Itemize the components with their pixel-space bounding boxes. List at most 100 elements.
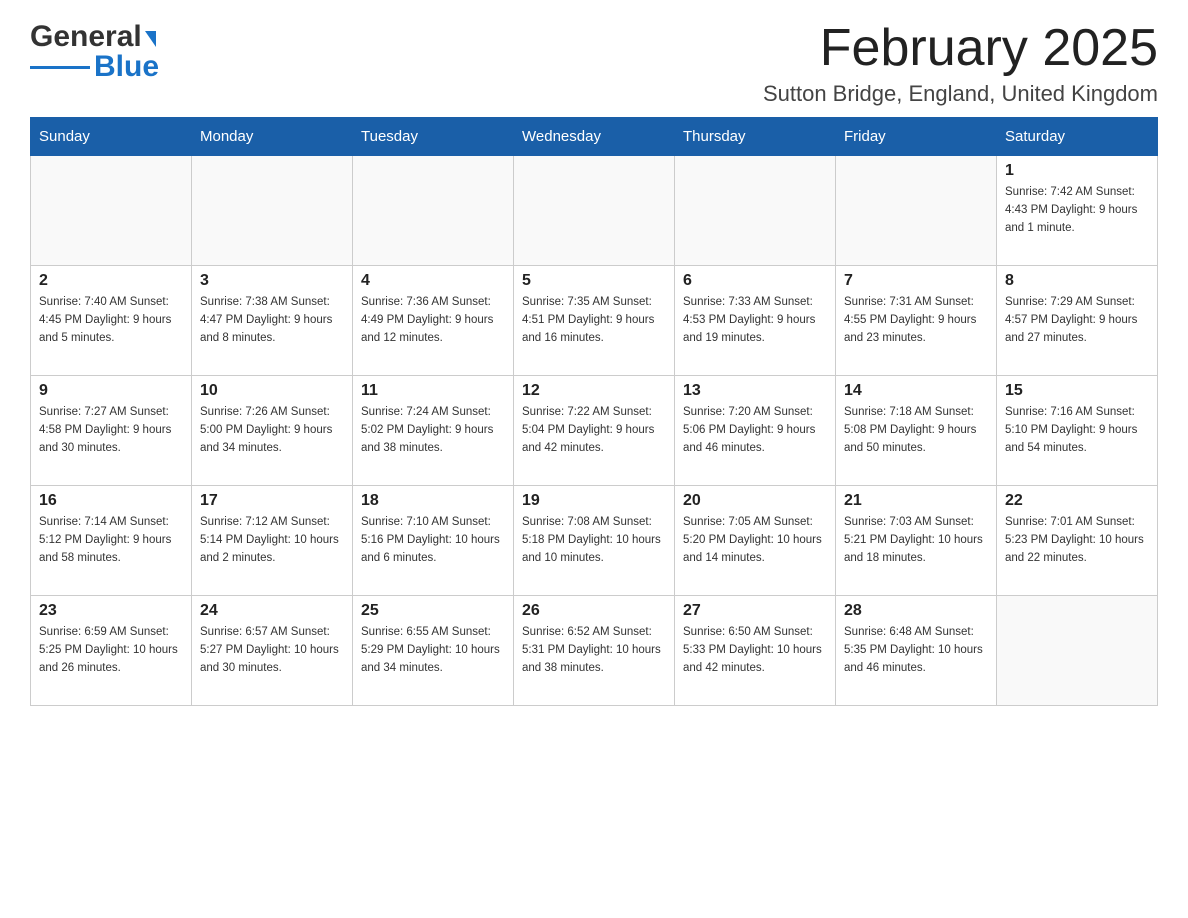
day-info: Sunrise: 7:20 AM Sunset: 5:06 PM Dayligh… (683, 404, 827, 457)
day-number: 9 (39, 382, 183, 400)
calendar-cell: 18 Sunrise: 7:10 AM Sunset: 5:16 PM Dayli… (353, 486, 514, 596)
calendar-cell: 24 Sunrise: 6:57 AM Sunset: 5:27 PM Dayli… (192, 596, 353, 706)
calendar-cell: 19Sunrise: 7:08 AM Sunset: 5:18 PM Dayli… (514, 486, 675, 596)
calendar-cell (675, 156, 836, 266)
day-info: Sunrise: 7:42 AM Sunset: 4:43 PM Dayligh… (1005, 184, 1149, 237)
calendar-cell: 1 Sunrise: 7:42 AM Sunset: 4:43 PM Daylig… (997, 156, 1158, 266)
logo-line (30, 66, 90, 69)
day-info: Sunrise: 6:57 AM Sunset: 5:27 PM Dayligh… (200, 624, 344, 677)
day-number: 19 (522, 492, 666, 510)
calendar-cell (31, 156, 192, 266)
calendar-cell (836, 156, 997, 266)
weekday-header-thursday: Thursday (675, 118, 836, 156)
calendar-cell: 28 Sunrise: 6:48 AM Sunset: 5:35 PM Dayli… (836, 596, 997, 706)
day-info: Sunrise: 7:10 AM Sunset: 5:16 PM Dayligh… (361, 514, 505, 567)
calendar-cell: 7 Sunrise: 7:31 AM Sunset: 4:55 PM Daylig… (836, 266, 997, 376)
day-number: 7 (844, 272, 988, 290)
day-number: 12 (522, 382, 666, 400)
day-number: 5 (522, 272, 666, 290)
day-number: 3 (200, 272, 344, 290)
calendar-cell: 22 Sunrise: 7:01 AM Sunset: 5:23 PM Dayli… (997, 486, 1158, 596)
weekday-header-wednesday: Wednesday (514, 118, 675, 156)
day-info: Sunrise: 7:01 AM Sunset: 5:23 PM Dayligh… (1005, 514, 1149, 567)
day-number: 26 (522, 602, 666, 620)
day-number: 22 (1005, 492, 1149, 510)
day-info: Sunrise: 7:22 AM Sunset: 5:04 PM Dayligh… (522, 404, 666, 457)
calendar-cell: 25 Sunrise: 6:55 AM Sunset: 5:29 PM Dayli… (353, 596, 514, 706)
calendar-cell: 4 Sunrise: 7:36 AM Sunset: 4:49 PM Daylig… (353, 266, 514, 376)
calendar-cell: 23 Sunrise: 6:59 AM Sunset: 5:25 PM Dayli… (31, 596, 192, 706)
day-info: Sunrise: 7:24 AM Sunset: 5:02 PM Dayligh… (361, 404, 505, 457)
title-section: February 2025 Sutton Bridge, England, Un… (763, 20, 1158, 107)
day-number: 6 (683, 272, 827, 290)
calendar-cell: 9 Sunrise: 7:27 AM Sunset: 4:58 PM Daylig… (31, 376, 192, 486)
day-number: 10 (200, 382, 344, 400)
day-number: 16 (39, 492, 183, 510)
calendar-cell: 16Sunrise: 7:14 AM Sunset: 5:12 PM Dayli… (31, 486, 192, 596)
calendar-table: SundayMondayTuesdayWednesdayThursdayFrid… (30, 117, 1158, 706)
day-info: Sunrise: 7:36 AM Sunset: 4:49 PM Dayligh… (361, 294, 505, 347)
day-info: Sunrise: 7:12 AM Sunset: 5:14 PM Dayligh… (200, 514, 344, 567)
calendar-cell: 21 Sunrise: 7:03 AM Sunset: 5:21 PM Dayli… (836, 486, 997, 596)
day-number: 21 (844, 492, 988, 510)
calendar-cell (997, 596, 1158, 706)
logo: General Blue (30, 20, 159, 84)
day-info: Sunrise: 7:38 AM Sunset: 4:47 PM Dayligh… (200, 294, 344, 347)
calendar-cell (192, 156, 353, 266)
day-number: 28 (844, 602, 988, 620)
calendar-cell: 3 Sunrise: 7:38 AM Sunset: 4:47 PM Daylig… (192, 266, 353, 376)
day-info: Sunrise: 7:18 AM Sunset: 5:08 PM Dayligh… (844, 404, 988, 457)
calendar-cell: 15Sunrise: 7:16 AM Sunset: 5:10 PM Dayli… (997, 376, 1158, 486)
calendar-cell: 8 Sunrise: 7:29 AM Sunset: 4:57 PM Daylig… (997, 266, 1158, 376)
day-number: 2 (39, 272, 183, 290)
calendar-cell: 17 Sunrise: 7:12 AM Sunset: 5:14 PM Dayli… (192, 486, 353, 596)
day-info: Sunrise: 7:27 AM Sunset: 4:58 PM Dayligh… (39, 404, 183, 457)
day-number: 25 (361, 602, 505, 620)
calendar-cell: 27 Sunrise: 6:50 AM Sunset: 5:33 PM Dayli… (675, 596, 836, 706)
day-number: 14 (844, 382, 988, 400)
day-number: 4 (361, 272, 505, 290)
weekday-header-sunday: Sunday (31, 118, 192, 156)
day-number: 1 (1005, 162, 1149, 180)
day-number: 20 (683, 492, 827, 510)
calendar-cell (353, 156, 514, 266)
day-info: Sunrise: 6:52 AM Sunset: 5:31 PM Dayligh… (522, 624, 666, 677)
day-info: Sunrise: 7:26 AM Sunset: 5:00 PM Dayligh… (200, 404, 344, 457)
day-number: 18 (361, 492, 505, 510)
day-info: Sunrise: 7:29 AM Sunset: 4:57 PM Dayligh… (1005, 294, 1149, 347)
weekday-header-friday: Friday (836, 118, 997, 156)
calendar-cell: 6 Sunrise: 7:33 AM Sunset: 4:53 PM Daylig… (675, 266, 836, 376)
day-number: 27 (683, 602, 827, 620)
day-info: Sunrise: 7:03 AM Sunset: 5:21 PM Dayligh… (844, 514, 988, 567)
weekday-header-tuesday: Tuesday (353, 118, 514, 156)
day-info: Sunrise: 6:48 AM Sunset: 5:35 PM Dayligh… (844, 624, 988, 677)
day-number: 17 (200, 492, 344, 510)
weekday-header-saturday: Saturday (997, 118, 1158, 156)
logo-blue: Blue (94, 50, 159, 84)
day-info: Sunrise: 7:40 AM Sunset: 4:45 PM Dayligh… (39, 294, 183, 347)
calendar-cell (514, 156, 675, 266)
calendar-cell: 14 Sunrise: 7:18 AM Sunset: 5:08 PM Dayli… (836, 376, 997, 486)
day-info: Sunrise: 6:55 AM Sunset: 5:29 PM Dayligh… (361, 624, 505, 677)
calendar-cell: 11 Sunrise: 7:24 AM Sunset: 5:02 PM Dayli… (353, 376, 514, 486)
day-info: Sunrise: 7:05 AM Sunset: 5:20 PM Dayligh… (683, 514, 827, 567)
day-info: Sunrise: 6:50 AM Sunset: 5:33 PM Dayligh… (683, 624, 827, 677)
day-number: 24 (200, 602, 344, 620)
page-header: General Blue February 2025 Sutton Bridge… (30, 20, 1158, 107)
day-number: 13 (683, 382, 827, 400)
day-number: 11 (361, 382, 505, 400)
logo-general: General (30, 20, 142, 54)
logo-triangle-icon (145, 31, 156, 47)
day-info: Sunrise: 6:59 AM Sunset: 5:25 PM Dayligh… (39, 624, 183, 677)
calendar-cell: 2 Sunrise: 7:40 AM Sunset: 4:45 PM Daylig… (31, 266, 192, 376)
month-title: February 2025 (763, 20, 1158, 77)
day-info: Sunrise: 7:31 AM Sunset: 4:55 PM Dayligh… (844, 294, 988, 347)
calendar-cell: 12 Sunrise: 7:22 AM Sunset: 5:04 PM Dayli… (514, 376, 675, 486)
calendar-cell: 10 Sunrise: 7:26 AM Sunset: 5:00 PM Dayli… (192, 376, 353, 486)
calendar-cell: 26 Sunrise: 6:52 AM Sunset: 5:31 PM Dayli… (514, 596, 675, 706)
day-number: 8 (1005, 272, 1149, 290)
day-number: 23 (39, 602, 183, 620)
day-number: 15 (1005, 382, 1149, 400)
day-info: Sunrise: 7:33 AM Sunset: 4:53 PM Dayligh… (683, 294, 827, 347)
calendar-cell: 20 Sunrise: 7:05 AM Sunset: 5:20 PM Dayli… (675, 486, 836, 596)
